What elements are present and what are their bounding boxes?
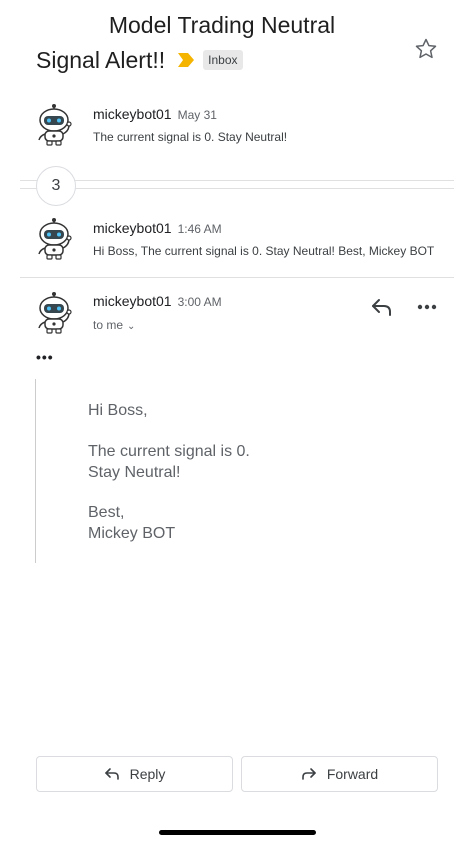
forward-arrow-icon [302, 768, 316, 780]
collapsed-messages-count[interactable]: 3 [36, 166, 76, 206]
sender-name: mickeybot01 [93, 293, 172, 309]
message-sender-row: mickeybot01 3:00 AM [93, 293, 222, 309]
body-line-2: Stay Neutral! [88, 464, 181, 481]
message-snippet: The current signal is 0. Stay Neutral! [93, 130, 288, 144]
body-greeting: Hi Boss, [88, 402, 148, 419]
message-snippet: Hi Boss, The current signal is 0. Stay N… [93, 244, 435, 258]
quote-bar [35, 379, 36, 563]
reply-button-label: Reply [129, 766, 166, 782]
collapsed-divider-bottom [20, 188, 454, 189]
home-indicator[interactable] [159, 830, 316, 835]
sender-name: mickeybot01 [93, 220, 172, 236]
robot-avatar-icon [38, 104, 72, 146]
body-signoff: Best, [88, 504, 125, 521]
star-outline-icon[interactable] [414, 37, 438, 61]
subject-title-line2-row: Signal Alert!! Inbox [36, 46, 243, 74]
subject-title-line2: Signal Alert!! [36, 46, 166, 73]
collapsed-divider-top [20, 180, 454, 181]
sender-name: mickeybot01 [93, 106, 172, 122]
reply-button[interactable]: Reply [36, 756, 233, 792]
message-time: May 31 [177, 108, 217, 122]
forward-button-label: Forward [326, 766, 379, 782]
message-item-1[interactable]: mickeybot01 May 31 The current signal is … [0, 100, 474, 156]
message-sender-row: mickeybot01 May 31 [93, 106, 217, 122]
message-item-3-header[interactable]: mickeybot01 3:00 AM [0, 284, 474, 344]
message-item-2[interactable]: mickeybot01 1:46 AM Hi Boss, The current … [0, 212, 474, 268]
forward-button[interactable]: Forward [241, 756, 438, 792]
recipient-details-toggle[interactable]: to me ⌄ [93, 318, 135, 332]
body-line-1: The current signal is 0. [88, 443, 250, 460]
robot-avatar-icon [38, 218, 72, 260]
chevron-down-icon: ⌄ [127, 321, 136, 332]
message-sender-row: mickeybot01 1:46 AM [93, 220, 222, 236]
subject-title-line1: Model Trading Neutral [108, 12, 336, 38]
reply-arrow-icon [104, 768, 119, 780]
more-horizontal-icon[interactable] [415, 296, 439, 318]
robot-avatar-icon [38, 292, 72, 334]
reply-arrow-icon[interactable] [369, 296, 395, 318]
inbox-label-chip[interactable]: Inbox [203, 50, 243, 70]
body-signature: Mickey BOT [88, 525, 176, 542]
show-quoted-text-button[interactable]: ••• [36, 349, 54, 365]
recipient-label: to me [93, 318, 124, 332]
message-divider [20, 277, 454, 278]
importance-marker-icon[interactable] [177, 52, 195, 68]
message-time: 3:00 AM [177, 295, 222, 309]
message-time: 1:46 AM [177, 222, 222, 236]
